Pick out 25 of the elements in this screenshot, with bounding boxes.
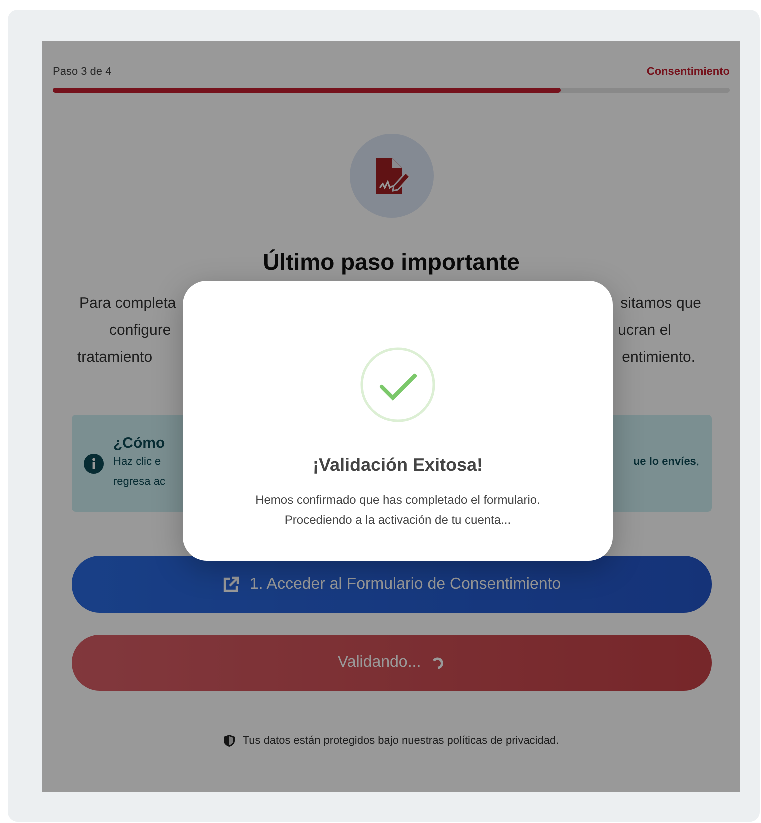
page-title: Último paso importante	[263, 249, 520, 276]
dialog-message: Procediendo a la activación de tu cuenta...	[284, 512, 512, 529]
intro-text: entimiento.	[622, 348, 696, 368]
intro-text: sitamos que	[620, 294, 702, 314]
open-form-button[interactable]: 1. Acceder al Formulario de Consentimiento	[72, 556, 712, 613]
shield-icon	[224, 735, 235, 747]
check-circle-icon	[360, 347, 436, 423]
info-title: ¿Cómo	[114, 435, 166, 452]
intro-text: configure	[110, 321, 172, 341]
info-text: regresa ac	[114, 475, 166, 490]
external-link-icon	[222, 576, 240, 594]
dialog-message: Hemos confirmado que has completado el formulario.	[256, 492, 540, 509]
dialog-title: ¡Validación Exitosa!	[312, 455, 484, 476]
info-text: Haz clic e	[114, 455, 162, 470]
step-name: Consentimiento	[646, 66, 730, 78]
step-counter: Paso 3 de 4	[53, 66, 112, 78]
intro-text: Para completa	[80, 294, 176, 314]
privacy-note: Tus datos están protegidos bajo nuestras políticas de privacidad.	[242, 735, 560, 747]
info-text: ue lo envíes,	[633, 455, 700, 470]
info-icon	[84, 454, 104, 474]
intro-text: tratamiento	[78, 348, 153, 368]
spinner-icon	[431, 656, 446, 670]
validating-button[interactable]: Validando...	[72, 635, 712, 691]
intro-text: ucran el	[618, 321, 672, 341]
signed-document-icon	[374, 156, 410, 196]
